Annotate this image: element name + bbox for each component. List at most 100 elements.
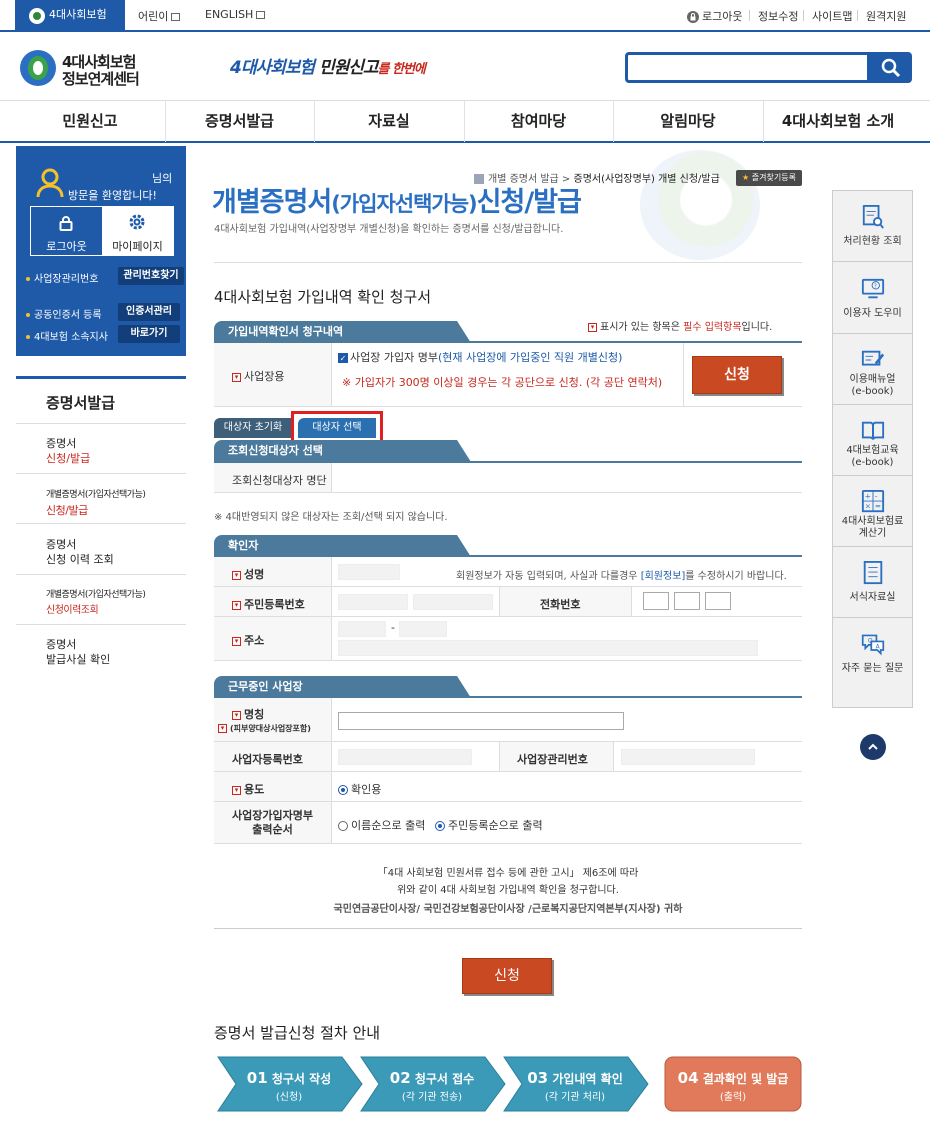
page-title-main: 개별증명서 <box>212 187 332 218</box>
search-button[interactable] <box>870 52 912 83</box>
workplace-name-input[interactable] <box>338 712 624 730</box>
calculator-icon: + -× = <box>861 490 885 513</box>
member-list-checkbox-row[interactable]: ✓ 사업장 가입자 명부(현재 사업장에 가입중인 직원 개별신청) <box>338 349 622 365</box>
process-step-1: 01 청구서 작성 (신청) <box>214 1055 364 1113</box>
submenu-individual-cert-history[interactable]: 개별증명서(가입자선택가능) 신청이력조회 <box>16 575 186 625</box>
branch-go-button[interactable]: 바로가기 <box>118 325 180 343</box>
required-note: ▾ 표시가 있는 항목은 필수 입력항목입니다. <box>588 318 772 333</box>
purpose-label: ▾ 용도 <box>232 781 264 797</box>
step-title: 02 청구서 접수 <box>357 1069 507 1087</box>
submenu-line1: 증명서 <box>46 437 77 450</box>
find-biz-no-button[interactable]: 관리번호찾기 <box>118 267 184 285</box>
mypage-label: 마이페이지 <box>112 240 163 253</box>
sitemap-link[interactable]: 사이트맵 <box>812 8 852 24</box>
add-favorite-label: 즐겨찾기등록 <box>751 173 796 182</box>
site-tab-4insurance[interactable]: 4대사회보험 <box>15 0 125 32</box>
divider <box>749 10 750 21</box>
submenu-line2: 신청/발급 <box>46 452 91 465</box>
order-by-name-radio[interactable]: 이름순으로 출력 <box>338 817 425 833</box>
submenu-issue-verify[interactable]: 증명서 발급사실 확인 <box>16 625 186 675</box>
name-field[interactable] <box>338 564 400 580</box>
phone-field-3[interactable] <box>705 592 731 610</box>
notice-line2: 위와 같이 4대 사회보험 가입내역 확인을 청구합니다. <box>397 885 619 896</box>
submenu-cert-apply[interactable]: 증명서신청/발급 <box>16 424 186 474</box>
quick-label-text: 4대사회보험료 계산기 <box>841 516 904 539</box>
submenu-line2: 신청 이력 조회 <box>46 553 114 566</box>
address-field[interactable] <box>338 640 758 656</box>
quick-label-text: 이용매뉴얼 (e-book) <box>849 374 896 397</box>
background-emblem <box>640 150 760 260</box>
quick-process-status[interactable]: 처리현황 조회 <box>833 191 912 262</box>
member-info-link[interactable]: [회원정보] <box>641 571 686 582</box>
submenu-cert-history[interactable]: 증명서 신청 이력 조회 <box>16 524 186 575</box>
zip-field-2[interactable] <box>399 621 447 637</box>
process-step-2: 02 청구서 접수 (각 기관 전송) <box>357 1055 507 1113</box>
english-link[interactable]: ENGLISH <box>205 8 266 21</box>
bizmgmt-field[interactable] <box>621 749 755 765</box>
radio-selected-icon[interactable] <box>338 785 348 795</box>
manual-edit-icon <box>861 350 885 366</box>
order-by-rrn-radio[interactable]: 주민등록순으로 출력 <box>435 817 543 833</box>
bizreg-label: 사업자등록번호 <box>232 753 303 766</box>
sidebar-logout-button[interactable]: 로그아웃 <box>31 207 102 255</box>
cert-manage-button[interactable]: 인증서관리 <box>118 303 180 321</box>
apply-button-top[interactable]: 신청 <box>692 356 782 394</box>
rrn-label: ▾ 주민등록번호 <box>232 596 305 612</box>
order-by-name-label: 이름순으로 출력 <box>351 819 426 832</box>
quick-label: 처리현황 조회 <box>843 236 902 247</box>
quick-label-text: 4대보험교육 (e-book) <box>846 445 899 468</box>
lock-icon <box>59 216 73 231</box>
workplace-name-label: ▾ 명칭 <box>232 706 264 722</box>
apply-button-bottom[interactable]: 신청 <box>462 958 552 994</box>
submenu-line2: 발급사실 확인 <box>46 653 111 666</box>
logout-link-label: 로그아웃 <box>702 10 743 23</box>
add-favorite-button[interactable]: ★ 즐겨찾기등록 <box>736 170 802 186</box>
search-input[interactable] <box>625 52 870 83</box>
bizreg-field[interactable] <box>338 749 472 765</box>
nav-library[interactable]: 자료실 <box>314 101 464 142</box>
quick-form-library[interactable]: 서식자료실 <box>833 547 912 618</box>
quick-user-help[interactable]: ? 이용자 도우미 <box>833 263 912 334</box>
svg-text:=: = <box>875 501 881 510</box>
quick-faq[interactable]: Q A 자주 묻는 질문 <box>833 618 912 708</box>
quick-manual-ebook[interactable]: 이용매뉴얼 (e-book) <box>833 334 912 405</box>
rrn-field-back[interactable] <box>413 594 493 610</box>
submenu-line1: 개별증명서(가입자선택가능) <box>46 590 146 600</box>
checkbox-checked-icon[interactable]: ✓ <box>338 353 348 363</box>
radio-unselected-icon[interactable] <box>338 821 348 831</box>
phone-field-2[interactable] <box>674 592 700 610</box>
zip-dash: - <box>391 621 395 634</box>
quick-education-ebook[interactable]: 4대보험교육 (e-book) <box>833 405 912 476</box>
quick-label: 4대보험교육 (e-book) <box>833 445 912 469</box>
mypage-button[interactable]: 마이페이지 <box>102 207 173 255</box>
rrn-field-front[interactable] <box>338 594 408 610</box>
quick-premium-calculator[interactable]: + - × = 4대사회보험료 계산기 <box>833 476 912 547</box>
logout-link[interactable]: 로그아웃 <box>687 8 742 24</box>
bizmgmt-label: 사업장관리번호 <box>517 753 588 766</box>
radio-selected-icon[interactable] <box>435 821 445 831</box>
nav-certificate[interactable]: 증명서발급 <box>165 101 314 142</box>
nav-about[interactable]: 4대사회보험 소개 <box>763 101 913 142</box>
zip-field-1[interactable] <box>338 621 386 637</box>
nav-notice[interactable]: 알림마당 <box>613 101 763 142</box>
edit-info-link[interactable]: 정보수정 <box>758 8 798 24</box>
step-number: 02 <box>389 1069 411 1087</box>
nav-participation[interactable]: 참여마당 <box>464 101 613 142</box>
site-tab-label: 4대사회보험 <box>49 8 107 21</box>
scroll-top-button[interactable] <box>860 734 886 760</box>
nav-complaint[interactable]: 민원신고 <box>15 101 165 142</box>
remote-support-link[interactable]: 원격지원 <box>866 8 906 24</box>
slogan-red: 를 한번에 <box>377 62 426 77</box>
purpose-radio[interactable]: 확인용 <box>338 781 381 797</box>
reset-targets-button[interactable]: 대상자 초기화 <box>214 418 292 438</box>
page-title-paren: (가입자선택가능) <box>331 192 477 216</box>
kids-link[interactable]: 어린이 <box>138 8 181 24</box>
workplace-name-sub-text: (피부양대상사업장포함) <box>230 724 311 733</box>
phone-field-1[interactable] <box>643 592 669 610</box>
faq-bubble-icon: QA <box>861 634 885 656</box>
form-list-icon <box>863 561 883 585</box>
page-title: 개별증명서(가입자선택가능)신청/발급 <box>212 180 582 219</box>
biz-no-label: 사업장관리번호 <box>26 270 98 285</box>
svg-text:Q: Q <box>868 637 873 644</box>
submenu-individual-cert-apply[interactable]: 개별증명서(가입자선택가능) 신청/발급 <box>16 474 186 524</box>
